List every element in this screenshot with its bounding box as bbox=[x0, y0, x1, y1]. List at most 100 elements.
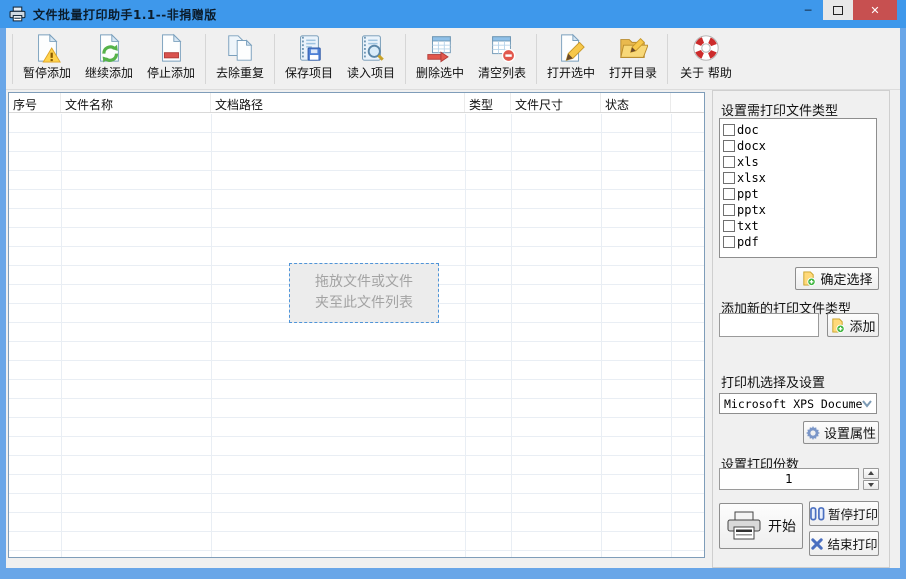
checkbox-xlsx[interactable] bbox=[723, 172, 735, 184]
save-project-icon bbox=[294, 33, 324, 63]
file-type-label: doc bbox=[737, 123, 759, 137]
file-type-row-doc[interactable]: doc bbox=[723, 122, 876, 138]
toolbar-button-label: 继续添加 bbox=[85, 64, 133, 81]
file-type-row-pptx[interactable]: pptx bbox=[723, 202, 876, 218]
file-table: 序号 文件名称 文档路径 类型 文件尺寸 状态 拖放文件或文件 夹至此文件列表 bbox=[8, 92, 705, 558]
column-grid-line bbox=[601, 114, 602, 557]
toolbar-remove-duplicates-button[interactable]: 去除重复 bbox=[209, 31, 271, 87]
toolbar-about-help-button[interactable]: 关于 帮助 bbox=[671, 31, 741, 87]
printer-properties-button[interactable]: 设置属性 bbox=[803, 421, 879, 444]
toolbar-button-label: 停止添加 bbox=[147, 64, 195, 81]
toolbar-separator bbox=[536, 34, 537, 84]
help-icon bbox=[691, 33, 721, 63]
minimize-icon: ─ bbox=[805, 4, 812, 17]
main-content: 暂停添加 继续添加 bbox=[6, 28, 900, 568]
checkbox-xls[interactable] bbox=[723, 156, 735, 168]
stop-print-button[interactable]: 结束打印 bbox=[809, 531, 879, 556]
toolbar-resume-add-button[interactable]: 继续添加 bbox=[78, 31, 140, 87]
resume-add-icon bbox=[94, 33, 124, 63]
file-type-row-ppt[interactable]: ppt bbox=[723, 186, 876, 202]
minimize-button[interactable]: ─ bbox=[793, 0, 823, 20]
toolbar-save-project-button[interactable]: 保存项目 bbox=[278, 31, 340, 87]
file-table-body[interactable] bbox=[9, 114, 704, 557]
pause-icon bbox=[810, 507, 825, 521]
file-type-row-txt[interactable]: txt bbox=[723, 218, 876, 234]
column-grid-line bbox=[211, 114, 212, 557]
titlebar[interactable]: 文件批量打印助手1.1--非捐赠版 ─ ✕ bbox=[0, 0, 906, 28]
toolbar-button-label: 删除选中 bbox=[416, 64, 464, 81]
column-grid-line bbox=[61, 114, 62, 557]
toolbar-separator bbox=[274, 34, 275, 84]
chevron-down-icon bbox=[862, 400, 872, 408]
col-header-size[interactable]: 文件尺寸 bbox=[511, 93, 601, 112]
checkbox-ppt[interactable] bbox=[723, 188, 735, 200]
column-grid-line bbox=[465, 114, 466, 557]
copies-input[interactable] bbox=[719, 468, 859, 490]
triangle-up-icon bbox=[868, 471, 874, 475]
file-type-row-xlsx[interactable]: xlsx bbox=[723, 170, 876, 186]
window-controls: ─ ✕ bbox=[793, 0, 897, 20]
pause-print-label: 暂停打印 bbox=[828, 504, 878, 523]
printer-section-title: 打印机选择及设置 bbox=[721, 372, 825, 391]
open-selected-icon bbox=[556, 33, 586, 63]
toolbar-button-label: 打开目录 bbox=[609, 64, 657, 81]
file-type-label: ppt bbox=[737, 187, 759, 201]
open-directory-icon bbox=[618, 33, 648, 63]
file-type-label: xls bbox=[737, 155, 759, 169]
file-type-label: pdf bbox=[737, 235, 759, 249]
col-header-index[interactable]: 序号 bbox=[9, 93, 61, 112]
toolbar-pause-add-button[interactable]: 暂停添加 bbox=[16, 31, 78, 87]
confirm-selection-label: 确定选择 bbox=[820, 269, 872, 288]
drop-hint-line1: 拖放文件或文件 bbox=[315, 272, 413, 293]
checkbox-pptx[interactable] bbox=[723, 204, 735, 216]
x-icon bbox=[810, 537, 824, 551]
stop-print-label: 结束打印 bbox=[827, 534, 877, 553]
drop-zone[interactable]: 拖放文件或文件 夹至此文件列表 bbox=[289, 263, 439, 323]
add-type-button[interactable]: 添加 bbox=[827, 313, 879, 337]
app-window: 文件批量打印助手1.1--非捐赠版 ─ ✕ bbox=[0, 0, 906, 579]
printer-select[interactable]: Microsoft XPS Document bbox=[719, 393, 877, 414]
pause-print-button[interactable]: 暂停打印 bbox=[809, 501, 879, 526]
toolbar-button-label: 关于 帮助 bbox=[680, 64, 732, 81]
file-type-label: xlsx bbox=[737, 171, 766, 185]
col-header-status[interactable]: 状态 bbox=[601, 93, 671, 112]
new-file-type-input[interactable] bbox=[719, 313, 819, 337]
maximize-button[interactable] bbox=[823, 0, 853, 20]
toolbar-separator bbox=[205, 34, 206, 84]
start-print-button[interactable]: 开始 bbox=[719, 503, 803, 549]
toolbar-button-label: 打开选中 bbox=[547, 64, 595, 81]
checkbox-doc[interactable] bbox=[723, 124, 735, 136]
toolbar-separator bbox=[667, 34, 668, 84]
file-table-header: 序号 文件名称 文档路径 类型 文件尺寸 状态 bbox=[9, 93, 704, 113]
toolbar-button-label: 清空列表 bbox=[478, 64, 526, 81]
printer-icon bbox=[726, 510, 762, 542]
toolbar-stop-add-button[interactable]: 停止添加 bbox=[140, 31, 202, 87]
close-button[interactable]: ✕ bbox=[853, 0, 897, 20]
confirm-selection-button[interactable]: 确定选择 bbox=[795, 267, 879, 290]
col-header-name[interactable]: 文件名称 bbox=[61, 93, 211, 112]
col-header-type[interactable]: 类型 bbox=[465, 93, 511, 112]
remove-duplicates-icon bbox=[225, 33, 255, 63]
toolbar-open-selected-button[interactable]: 打开选中 bbox=[540, 31, 602, 87]
toolbar-clear-list-button[interactable]: 清空列表 bbox=[471, 31, 533, 87]
file-type-row-pdf[interactable]: pdf bbox=[723, 234, 876, 250]
gear-icon bbox=[806, 426, 820, 440]
file-type-row-docx[interactable]: docx bbox=[723, 138, 876, 154]
checkbox-docx[interactable] bbox=[723, 140, 735, 152]
toolbar-load-project-button[interactable]: 读入项目 bbox=[340, 31, 402, 87]
copies-spinner bbox=[863, 468, 879, 490]
file-type-row-xls[interactable]: xls bbox=[723, 154, 876, 170]
spinner-up-button[interactable] bbox=[863, 468, 879, 479]
toolbar-open-directory-button[interactable]: 打开目录 bbox=[602, 31, 664, 87]
start-print-label: 开始 bbox=[768, 516, 796, 536]
file-plus-icon bbox=[830, 318, 845, 333]
col-header-path[interactable]: 文档路径 bbox=[211, 93, 465, 112]
toolbar-button-label: 读入项目 bbox=[347, 64, 395, 81]
checkbox-txt[interactable] bbox=[723, 220, 735, 232]
checkbox-pdf[interactable] bbox=[723, 236, 735, 248]
toolbar-delete-selected-button[interactable]: 删除选中 bbox=[409, 31, 471, 87]
file-type-listbox[interactable]: doc docx xls xlsx ppt bbox=[719, 118, 877, 258]
load-project-icon bbox=[356, 33, 386, 63]
stop-add-icon bbox=[156, 33, 186, 63]
spinner-down-button[interactable] bbox=[863, 480, 879, 491]
